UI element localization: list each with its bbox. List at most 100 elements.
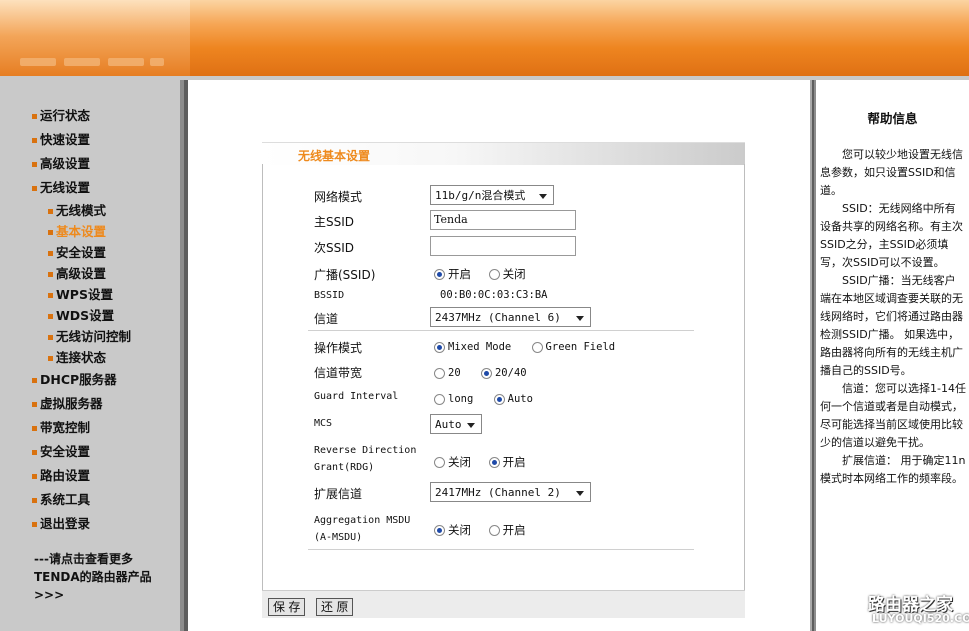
sidebar-item-label[interactable]: 安全设置	[56, 245, 106, 260]
more-products-link[interactable]: ---请点击查看更多 TENDA的路由器产品 >>>	[34, 550, 152, 604]
router-logo-icon	[845, 593, 865, 613]
guard-long-label: long	[448, 393, 474, 405]
network-mode-value: 11b/g/n混合模式	[435, 189, 526, 202]
button-bar: 保 存 还 原	[262, 590, 745, 618]
help-title: 帮助信息	[867, 111, 918, 126]
more-products-line[interactable]: >>>	[34, 586, 152, 604]
help-paragraph: 您可以较少地设置无线信息参数，如只设置SSID和信道。	[820, 148, 963, 197]
rdg-on-radio[interactable]	[488, 456, 500, 468]
amsdu-label: Aggregation MSDU (A-MSDU)	[314, 512, 410, 546]
bullet-icon	[32, 138, 37, 143]
rdg-on-label: 开启	[502, 455, 526, 469]
sidebar-item-label[interactable]: 运行状态	[40, 108, 90, 123]
sidebar-item[interactable]: 无线模式	[32, 200, 131, 221]
bullet-icon	[32, 162, 37, 167]
sidebar-item-label[interactable]: 基本设置	[56, 224, 106, 239]
ext-channel-label: 扩展信道	[314, 487, 363, 501]
bandwidth-2040-label: 20/40	[494, 367, 527, 379]
ext-channel-value: 2417MHz (Channel 2)	[435, 486, 561, 499]
sidebar-item[interactable]: 系统工具	[32, 488, 131, 512]
sidebar-item-label[interactable]: 高级设置	[40, 156, 90, 171]
bullet-icon	[32, 522, 37, 527]
mcs-value: Auto	[435, 418, 462, 431]
sidebar-item[interactable]: WPS设置	[32, 284, 131, 305]
mixed-mode-radio[interactable]	[434, 341, 445, 353]
bullet-icon	[32, 498, 37, 503]
rdg-off-radio[interactable]	[434, 456, 445, 468]
green-field-label: Green Field	[545, 341, 616, 353]
rdg-label-line: Grant(RDG)	[314, 462, 375, 473]
bullet-icon	[48, 356, 53, 361]
primary-ssid-input[interactable]: Tenda	[430, 210, 576, 230]
bandwidth-20-label: 20	[448, 367, 461, 379]
sidebar-item[interactable]: 无线访问控制	[32, 326, 131, 347]
broadcast-off-radio[interactable]	[488, 268, 500, 280]
save-button[interactable]: 保 存	[268, 598, 306, 616]
sidebar-item-label[interactable]: WDS设置	[56, 308, 114, 323]
bullet-icon	[32, 474, 37, 479]
sidebar-item-label[interactable]: 无线访问控制	[56, 329, 131, 344]
sidebar-item-label[interactable]: 退出登录	[40, 516, 90, 531]
sidebar-item-label[interactable]: 路由设置	[40, 468, 90, 483]
broadcast-on-radio[interactable]	[434, 268, 445, 280]
guard-interval-label: Guard Interval	[314, 391, 399, 402]
divider	[308, 330, 694, 331]
sidebar-item-label[interactable]: 快速设置	[40, 132, 90, 147]
sidebar-item[interactable]: 路由设置	[32, 464, 131, 488]
bullet-icon	[48, 272, 53, 277]
restore-button[interactable]: 还 原	[316, 598, 354, 616]
more-products-line[interactable]: TENDA的路由器产品	[34, 568, 152, 586]
bssid-label: BSSID	[314, 290, 345, 301]
bandwidth-2040-radio[interactable]	[480, 367, 492, 379]
sidebar-item-label[interactable]: 连接状态	[56, 350, 106, 365]
mcs-select[interactable]: Auto	[430, 414, 482, 434]
sidebar-item-label[interactable]: 系统工具	[40, 492, 90, 507]
help-body: 您可以较少地设置无线信息参数，如只设置SSID和信道。 SSID：无线网络中所有设…	[820, 146, 966, 488]
green-field-radio[interactable]	[531, 341, 543, 353]
sidebar-item[interactable]: 退出登录	[32, 512, 131, 536]
bandwidth-label: 信道带宽	[314, 366, 363, 380]
channel-value: 2437MHz (Channel 6)	[435, 311, 561, 324]
help-panel: 帮助信息 您可以较少地设置无线信息参数，如只设置SSID和信道。 SSID：无线网…	[814, 80, 969, 631]
primary-ssid-label: 主SSID	[314, 215, 355, 229]
sidebar-item[interactable]: 安全设置	[32, 242, 131, 263]
sidebar-item-label[interactable]: 带宽控制	[40, 420, 90, 435]
sidebar-item-label[interactable]: 安全设置	[40, 444, 90, 459]
sidebar-item[interactable]: 带宽控制	[32, 416, 131, 440]
chevron-down-icon	[576, 316, 584, 321]
sidebar-item[interactable]: 运行状态	[32, 104, 131, 128]
network-mode-select[interactable]: 11b/g/n混合模式	[430, 185, 554, 205]
sidebar-item-label[interactable]: 无线模式	[56, 203, 106, 218]
amsdu-off-radio[interactable]	[434, 524, 445, 536]
secondary-ssid-label: 次SSID	[314, 241, 355, 255]
sidebar: 运行状态 快速设置 高级设置 无线设置 无线模式 基本设置 安全设置 高级设置 WPS设置 WDS…	[0, 80, 184, 631]
guard-long-radio[interactable]	[434, 393, 445, 405]
sidebar-item[interactable]: 连接状态	[32, 347, 131, 368]
sidebar-item[interactable]: WDS设置	[32, 305, 131, 326]
sidebar-item[interactable]: 无线设置	[32, 176, 131, 200]
more-products-line[interactable]: ---请点击查看更多	[34, 550, 152, 568]
bullet-icon	[32, 186, 37, 191]
secondary-ssid-input[interactable]	[430, 236, 576, 256]
watermark-url: LUYOUQI520.COM	[872, 612, 969, 625]
sidebar-item[interactable]: 基本设置	[32, 221, 131, 242]
amsdu-on-label: 开启	[502, 523, 526, 537]
sidebar-item[interactable]: DHCP服务器	[32, 368, 131, 392]
sidebar-item[interactable]: 高级设置	[32, 263, 131, 284]
ext-channel-select[interactable]: 2417MHz (Channel 2)	[430, 482, 591, 502]
sidebar-item-label[interactable]: 无线设置	[40, 180, 90, 195]
mcs-label: MCS	[314, 418, 333, 429]
sidebar-item-label[interactable]: WPS设置	[56, 287, 113, 302]
guard-auto-radio[interactable]	[493, 393, 505, 405]
sidebar-item-label[interactable]: 虚拟服务器	[40, 396, 103, 411]
channel-select[interactable]: 2437MHz (Channel 6)	[430, 307, 591, 327]
bandwidth-20-radio[interactable]	[434, 367, 445, 379]
sidebar-item[interactable]: 快速设置	[32, 128, 131, 152]
help-paragraph: 信道：您可以选择1-14任何一个信道或者是自动模式，尽可能选择当前区域使用比较少…	[820, 382, 966, 449]
sidebar-item-label[interactable]: 高级设置	[56, 266, 106, 281]
amsdu-on-radio[interactable]	[488, 524, 500, 536]
sidebar-item-label[interactable]: DHCP服务器	[40, 372, 117, 387]
sidebar-item[interactable]: 安全设置	[32, 440, 131, 464]
sidebar-item[interactable]: 高级设置	[32, 152, 131, 176]
sidebar-item[interactable]: 虚拟服务器	[32, 392, 131, 416]
